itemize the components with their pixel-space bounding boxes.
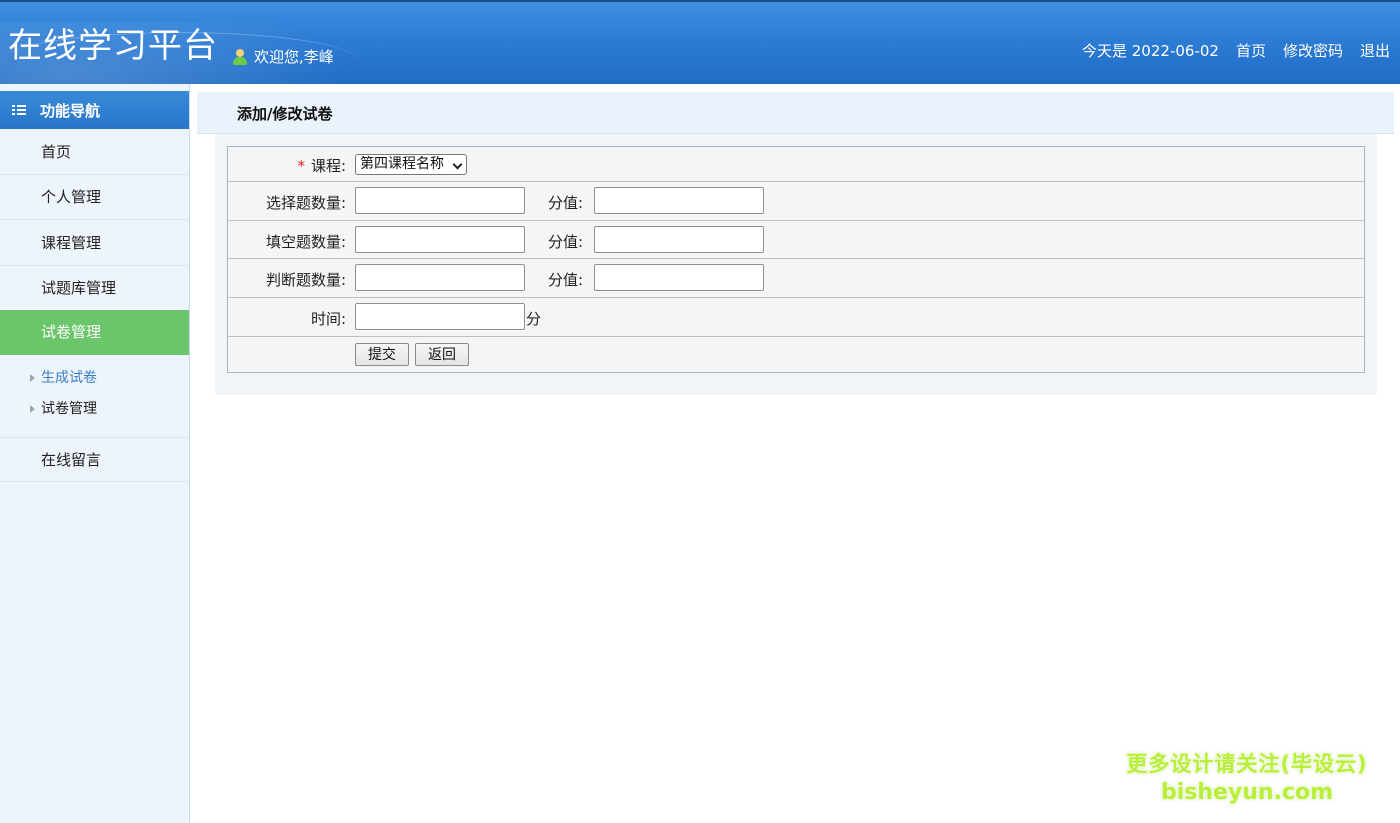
course-label: * 课程: bbox=[297, 157, 346, 175]
sidebar-item-question-bank[interactable]: 试题库管理 bbox=[0, 266, 189, 311]
fill-count-input[interactable] bbox=[355, 226, 525, 253]
course-select-value: 第四课程名称 bbox=[360, 156, 444, 172]
sidebar-item-personal[interactable]: 个人管理 bbox=[0, 175, 189, 220]
course-select[interactable]: 第四课程名称 bbox=[355, 154, 467, 175]
submit-button[interactable]: 提交 bbox=[355, 343, 409, 366]
list-icon bbox=[12, 104, 26, 116]
judge-score-input[interactable] bbox=[594, 264, 764, 291]
sidebar-item-messages[interactable]: 在线留言 bbox=[0, 437, 189, 482]
watermark-line-1: 更多设计请关注(毕设云) bbox=[1126, 752, 1368, 776]
change-password-link[interactable]: 修改密码 bbox=[1283, 40, 1343, 61]
watermark-line-2: bisheyun.com bbox=[1160, 780, 1334, 805]
choice-score-input[interactable] bbox=[594, 187, 764, 214]
nav-heading: 功能导航 bbox=[0, 91, 189, 129]
form-row-fill: 填空题数量: 分值: bbox=[228, 221, 1364, 259]
paper-form: * 课程: 第四课程名称 选择题数量: 分值: 填空题数量: 分值: 判断题数量:… bbox=[227, 146, 1365, 373]
judge-count-input[interactable] bbox=[355, 264, 525, 291]
top-links: 今天是 2022-06-02 首页 修改密码 退出 bbox=[1082, 40, 1390, 61]
triangle-right-icon bbox=[30, 374, 35, 382]
fill-count-label: 填空题数量: bbox=[265, 233, 346, 251]
form-row-course: * 课程: 第四课程名称 bbox=[228, 147, 1364, 182]
triangle-right-icon bbox=[30, 405, 35, 413]
time-label: 时间: bbox=[310, 310, 346, 328]
form-row-time: 时间: 分 bbox=[228, 298, 1364, 337]
sidebar-item-exam-papers[interactable]: 试卷管理 bbox=[0, 310, 189, 355]
sidebar-item-courses[interactable]: 课程管理 bbox=[0, 221, 189, 266]
choice-count-input[interactable] bbox=[355, 187, 525, 214]
top-header: 在线学习平台 欢迎您,李峰 今天是 2022-06-02 首页 修改密码 退出 bbox=[0, 0, 1400, 84]
nav-heading-label: 功能导航 bbox=[40, 101, 101, 120]
required-mark: * bbox=[297, 157, 305, 175]
watermark: 更多设计请关注(毕设云) bisheyun.com bbox=[1117, 748, 1377, 805]
sidebar-subitem-paper-management[interactable]: 试卷管理 bbox=[0, 396, 189, 422]
fill-score-label: 分值: bbox=[548, 233, 584, 251]
form-row-choice: 选择题数量: 分值: bbox=[228, 182, 1364, 221]
choice-count-label: 选择题数量: bbox=[265, 194, 346, 212]
form-row-actions: 提交 返回 bbox=[228, 337, 1364, 372]
site-title: 在线学习平台 bbox=[8, 26, 218, 66]
judge-count-label: 判断题数量: bbox=[265, 271, 346, 289]
sidebar-subitem-label: 试卷管理 bbox=[41, 401, 97, 417]
form-row-judge: 判断题数量: 分值: bbox=[228, 259, 1364, 298]
time-unit: 分 bbox=[526, 310, 542, 328]
fill-score-input[interactable] bbox=[594, 226, 764, 253]
logout-link[interactable]: 退出 bbox=[1360, 40, 1390, 61]
content-title-bar: 添加/修改试卷 bbox=[197, 92, 1394, 134]
judge-score-label: 分值: bbox=[548, 271, 584, 289]
welcome-text: 欢迎您,李峰 bbox=[254, 48, 334, 66]
user-icon bbox=[233, 48, 247, 65]
sidebar: 功能导航 首页 个人管理 课程管理 试题库管理 试卷管理 生成试卷 试卷管理 在… bbox=[0, 84, 190, 823]
time-input[interactable] bbox=[355, 303, 525, 330]
sidebar-subitem-label: 生成试卷 bbox=[41, 370, 97, 386]
sidebar-item-home[interactable]: 首页 bbox=[0, 130, 189, 175]
page-title: 添加/修改试卷 bbox=[237, 105, 333, 123]
back-button[interactable]: 返回 bbox=[415, 343, 469, 366]
form-panel: * 课程: 第四课程名称 选择题数量: 分值: 填空题数量: 分值: 判断题数量:… bbox=[215, 134, 1377, 395]
choice-score-label: 分值: bbox=[548, 194, 584, 212]
welcome-message: 欢迎您,李峰 bbox=[233, 46, 334, 67]
home-link[interactable]: 首页 bbox=[1236, 40, 1266, 61]
current-date: 今天是 2022-06-02 bbox=[1082, 42, 1219, 60]
chevron-down-icon bbox=[452, 159, 463, 170]
sidebar-subitem-generate-paper[interactable]: 生成试卷 bbox=[0, 365, 189, 391]
